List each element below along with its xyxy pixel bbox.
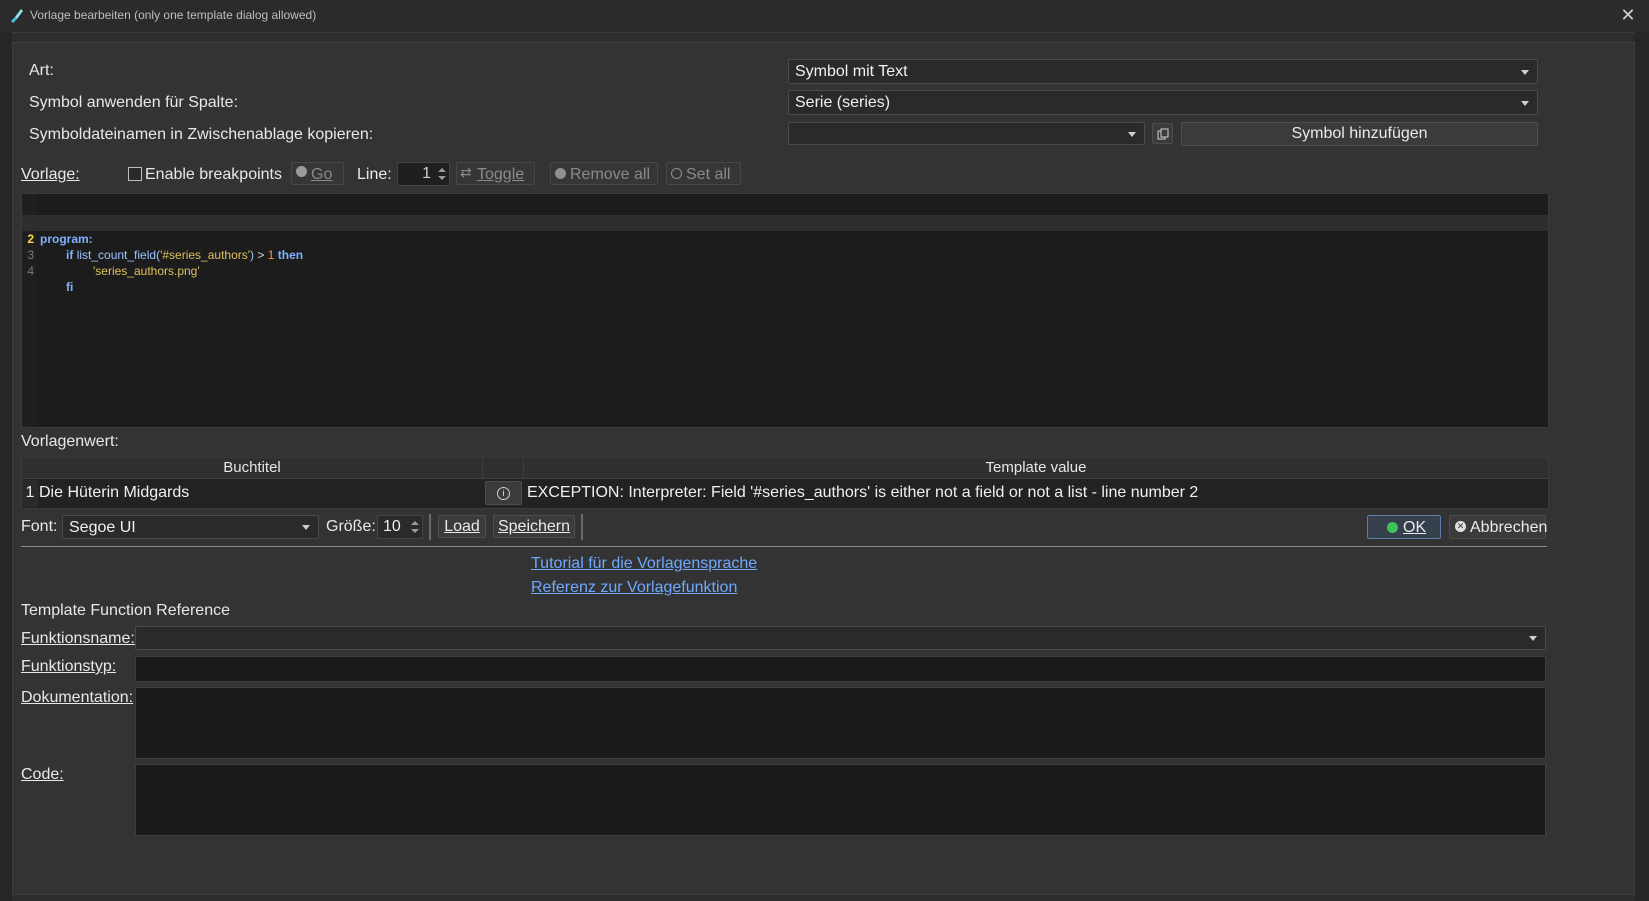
code-field[interactable] — [135, 764, 1546, 836]
size-label: Größe: — [326, 518, 376, 535]
cancel-button[interactable]: ✕ Abbrechen — [1449, 515, 1548, 539]
cancel-circle-icon: ✕ — [1455, 521, 1466, 532]
column-header-value[interactable]: Template value — [524, 458, 1548, 479]
result-table: Buchtitel Template value 1 Die Hüterin M… — [21, 457, 1549, 509]
set-all-label: Set all — [686, 166, 731, 183]
column-select[interactable]: Serie (series) — [788, 90, 1538, 115]
documentation-field[interactable] — [135, 687, 1546, 759]
reference-link[interactable]: Referenz zur Vorlagefunktion — [531, 579, 737, 597]
title-bar: Vorlage bearbeiten (only one template di… — [0, 0, 1649, 33]
code-line: 3 'series_authors.png' — [22, 231, 1548, 278]
line-number: 4 — [27, 264, 34, 278]
font-label: Font: — [21, 518, 58, 535]
breakpoints-label: Enable breakpoints — [145, 166, 282, 183]
spin-down-icon[interactable] — [411, 529, 419, 533]
ok-label: OK — [1403, 519, 1427, 536]
font-select[interactable]: Segoe UI — [62, 515, 319, 539]
set-all-button[interactable]: Set all — [666, 162, 741, 185]
column-label: Symbol anwenden für Spalte: — [29, 94, 239, 111]
window-edge-left — [0, 32, 12, 901]
vorlagenwert-label: Vorlagenwert: — [21, 433, 119, 450]
row-template-value[interactable]: EXCEPTION: Interpreter: Field '#series_a… — [527, 480, 1546, 507]
divider — [21, 546, 1547, 547]
window-title: Vorlage bearbeiten (only one template di… — [30, 8, 317, 22]
font-select-value: Segoe UI — [69, 519, 136, 536]
save-button[interactable]: Speichern — [493, 515, 575, 538]
row-title[interactable]: Die Hüterin Midgards — [39, 480, 483, 507]
line-label: Line: — [357, 166, 392, 183]
code-line: 1 program: — [22, 199, 1548, 246]
art-label: Art: — [29, 62, 54, 79]
size-spinbox[interactable]: 10 — [377, 515, 423, 539]
copy-label: Symboldateinamen in Zwischenablage kopie… — [29, 126, 374, 143]
spin-down-icon[interactable] — [438, 176, 446, 180]
toggle-icon: ⇄ — [460, 164, 472, 180]
reference-heading: Template Function Reference — [21, 602, 230, 619]
function-type-field[interactable] — [135, 656, 1546, 682]
chevron-down-icon — [1521, 69, 1529, 75]
separator — [581, 514, 583, 540]
function-name-label: Funktionsname: — [21, 630, 135, 647]
spin-up-icon[interactable] — [438, 168, 446, 172]
chevron-down-icon — [302, 525, 310, 530]
code-text: 'series_authors.png' — [93, 264, 200, 278]
code-line-current: 2 if list_count_field('#series_authors')… — [22, 215, 1548, 262]
copy-button[interactable] — [1152, 123, 1173, 144]
column-header-info[interactable] — [483, 458, 524, 479]
vorlage-label: Vorlage: — [21, 166, 80, 183]
breakpoints-checkbox[interactable] — [128, 167, 142, 181]
load-button[interactable]: Load — [438, 515, 486, 538]
copy-icon — [1157, 128, 1168, 140]
function-name-select[interactable] — [135, 626, 1546, 650]
code-text: fi — [66, 280, 74, 294]
window-edge-right — [1635, 32, 1649, 901]
info-button[interactable]: i — [485, 481, 522, 505]
toggle-button[interactable]: ⇄ Toggle — [456, 162, 535, 185]
separator — [429, 514, 431, 540]
art-select[interactable]: Symbol mit Text — [788, 59, 1538, 84]
copy-select[interactable] — [788, 122, 1145, 145]
function-type-label: Funktionstyp: — [21, 658, 117, 675]
size-spinbox-value: 10 — [383, 518, 401, 535]
ok-button[interactable]: OK — [1367, 515, 1441, 539]
code-line: 4 fi — [22, 247, 1548, 294]
chevron-down-icon — [1128, 131, 1136, 137]
column-select-value: Serie (series) — [795, 94, 891, 111]
add-circle-icon — [671, 168, 682, 179]
line-spinbox-value: 1 — [422, 165, 431, 182]
column-header-title[interactable]: Buchtitel — [22, 458, 483, 479]
tutorial-link[interactable]: Tutorial für die Vorlagensprache — [531, 555, 757, 573]
remove-circle-icon — [555, 168, 566, 179]
documentation-label: Dokumentation: — [21, 689, 134, 706]
app-icon — [11, 9, 23, 23]
art-select-value: Symbol mit Text — [795, 63, 908, 80]
template-editor[interactable]: 1 program: 2 if list_count_field('#serie… — [21, 193, 1549, 428]
spin-up-icon[interactable] — [411, 521, 419, 525]
chevron-down-icon — [1529, 636, 1537, 641]
check-circle-icon — [1387, 522, 1398, 533]
toggle-label: Toggle — [477, 166, 525, 183]
row-number: 1 — [22, 480, 38, 507]
arrow-right-circle-icon — [296, 166, 307, 177]
add-symbol-button[interactable]: Symbol hinzufügen — [1181, 122, 1538, 146]
go-button[interactable]: Go — [291, 162, 344, 185]
info-icon: i — [497, 487, 510, 500]
chevron-down-icon — [1521, 100, 1529, 106]
remove-all-button[interactable]: Remove all — [550, 162, 658, 185]
line-spinbox[interactable]: 1 — [397, 162, 450, 186]
go-label: Go — [311, 166, 333, 183]
close-icon[interactable]: ✕ — [1617, 4, 1639, 26]
remove-all-label: Remove all — [570, 166, 651, 183]
cancel-label: Abbrechen — [1470, 519, 1548, 536]
code-label: Code: — [21, 766, 64, 783]
